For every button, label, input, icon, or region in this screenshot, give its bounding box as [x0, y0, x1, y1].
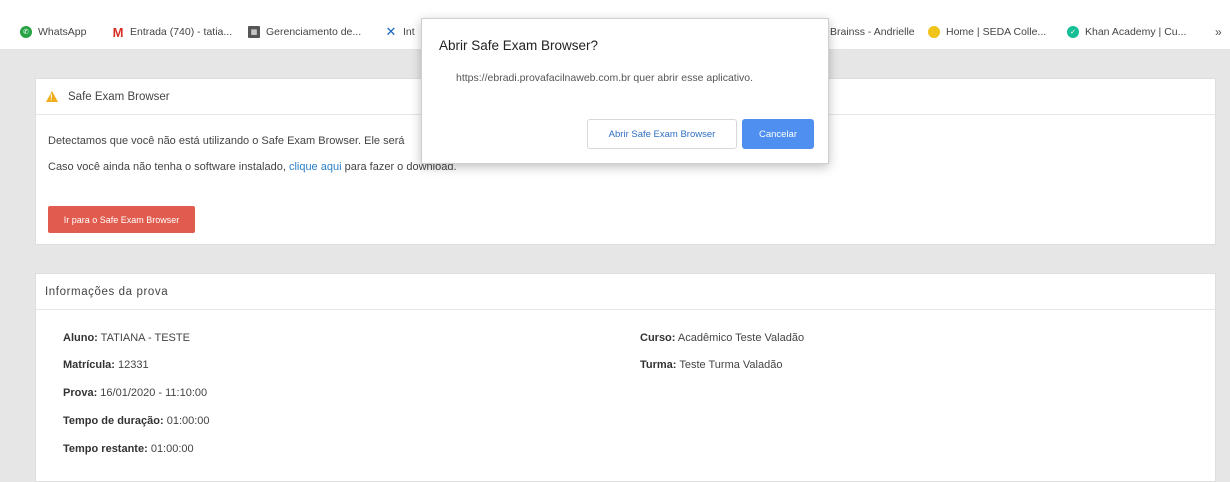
bookmark-label: Int [403, 26, 415, 38]
dialog-message: https://ebradi.provafacilnaweb.com.br qu… [456, 72, 754, 84]
info-curso: Curso: Acadêmico Teste Valadão [640, 332, 804, 344]
bookmark-int[interactable]: ✕ Int [385, 24, 415, 39]
info-value: 01:00:00 [163, 415, 210, 427]
bookmarks-more-button[interactable]: » [1215, 25, 1222, 39]
bookmark-gerenciamento[interactable]: ▦ Gerenciamento de... [248, 26, 361, 38]
seb-install-text: Caso você ainda não tenha o software ins… [48, 161, 457, 173]
info-value: Acadêmico Teste Valadão [675, 332, 805, 344]
info-value: 01:00:00 [147, 443, 194, 455]
bookmark-khan-academy[interactable]: ✓ Khan Academy | Cu... [1067, 26, 1186, 38]
gmail-icon: M [112, 24, 124, 40]
info-label: Prova: [63, 387, 98, 399]
info-value: Teste Turma Valadão [676, 359, 783, 371]
info-turma: Turma: Teste Turma Valadão [640, 359, 782, 371]
info-prova: Prova: 16/01/2020 - 11:10:00 [63, 387, 207, 399]
bookmark-label: Home | SEDA Colle... [946, 26, 1047, 38]
dialog-title: Abrir Safe Exam Browser? [439, 38, 599, 53]
bookmark-label: Gerenciamento de... [266, 26, 362, 38]
info-label: Tempo de duração: [63, 415, 164, 427]
bookmark-label: WhatsApp [38, 26, 87, 38]
open-seb-button[interactable]: Abrir Safe Exam Browser [587, 119, 737, 149]
go-to-seb-button[interactable]: Ir para o Safe Exam Browser [48, 206, 195, 233]
seb-detect-text: Detectamos que você não está utilizando … [48, 135, 405, 147]
info-value: 12331 [114, 359, 149, 371]
bookmark-label: Entrada (740) - tatia... [130, 26, 233, 38]
download-link[interactable]: clique aqui [289, 161, 342, 173]
exam-info-card: Informações da prova Aluno: TATIANA - TE… [35, 273, 1216, 482]
info-tempo-restante: Tempo restante: 01:00:00 [63, 443, 194, 455]
info-label: Curso: [640, 332, 676, 344]
cancel-button[interactable]: Cancelar [742, 119, 814, 149]
bookmark-seda[interactable]: Home | SEDA Colle... [928, 26, 1046, 38]
info-matricula: Matrícula: 12331 [63, 359, 149, 371]
x-logo-icon: ✕ [385, 24, 397, 39]
bookmark-label: Brainss - Andrielle [830, 26, 915, 38]
seb-card-title: Safe Exam Browser [68, 90, 170, 103]
seb-install-prefix: Caso você ainda não tenha o software ins… [48, 161, 289, 173]
home-icon [928, 26, 940, 38]
open-app-dialog: Abrir Safe Exam Browser? https://ebradi.… [421, 18, 829, 164]
info-aluno: Aluno: TATIANA - TESTE [63, 332, 190, 344]
exam-info-header: Informações da prova [36, 274, 1215, 310]
info-label: Turma: [640, 359, 677, 371]
info-value: 16/01/2020 - 11:10:00 [97, 387, 208, 399]
info-value: TATIANA - TESTE [97, 332, 190, 344]
khan-academy-icon: ✓ [1067, 26, 1079, 38]
info-tempo-duracao: Tempo de duração: 01:00:00 [63, 415, 210, 427]
bookmark-brainss[interactable]: Brainss - Andrielle [830, 26, 915, 38]
bookmark-label: Khan Academy | Cu... [1085, 26, 1187, 38]
info-label: Aluno: [63, 332, 98, 344]
bookmark-gmail[interactable]: M Entrada (740) - tatia... [112, 24, 233, 40]
whatsapp-icon: ✆ [20, 26, 32, 38]
grid-icon: ▦ [248, 26, 260, 38]
info-label: Tempo restante: [63, 443, 148, 455]
exam-info-title: Informações da prova [45, 285, 169, 298]
info-label: Matrícula: [63, 359, 115, 371]
browser-top-strip [0, 0, 1230, 18]
warning-icon: ! [46, 91, 58, 102]
bookmark-whatsapp[interactable]: ✆ WhatsApp [20, 26, 86, 38]
